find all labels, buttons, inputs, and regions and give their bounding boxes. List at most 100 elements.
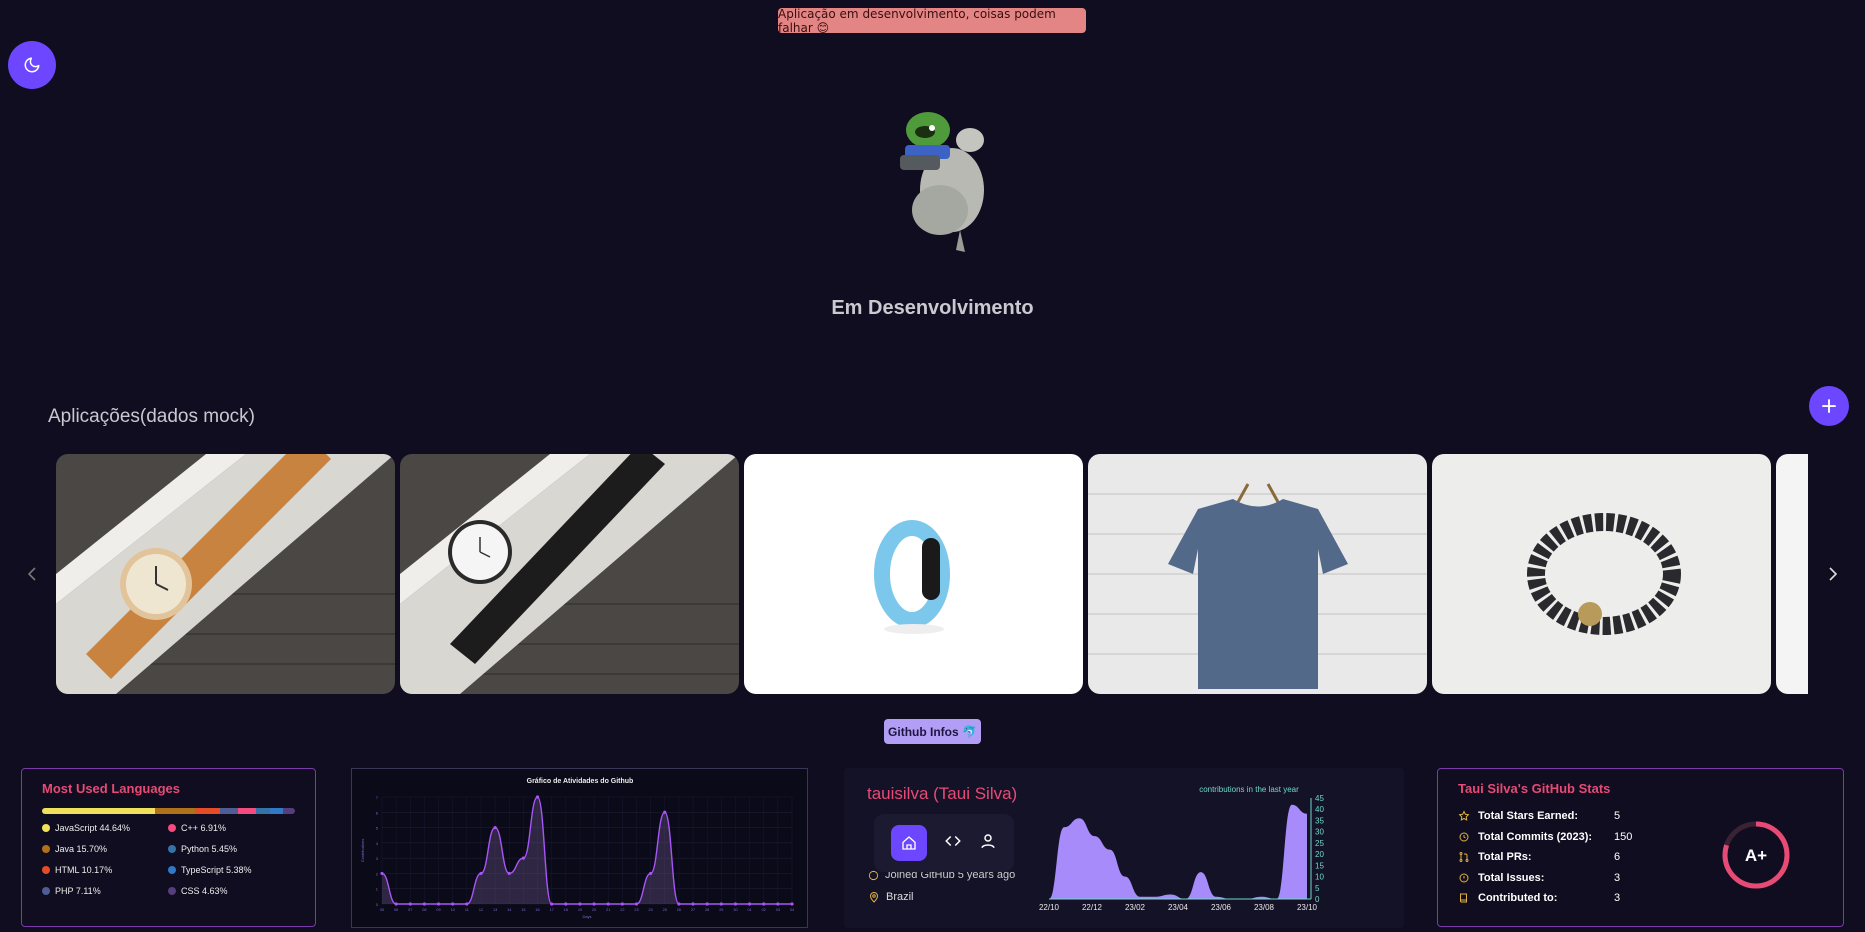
y-tick-label: 25: [1315, 839, 1324, 848]
product-image-fitness-band: [744, 454, 1083, 694]
banner-text: Aplicação em desenvolvimento, coisas pod…: [778, 6, 1056, 35]
x-tick-label: 23/10: [1297, 903, 1318, 912]
x-tick-label: 25: [663, 908, 667, 912]
activity-chart: Gráfico de Atividades do Github012345670…: [360, 778, 794, 919]
dev-warning-banner: Aplicação em desenvolvimento, coisas pod…: [778, 6, 1086, 35]
x-tick-label: 23/06: [1211, 903, 1232, 912]
dock-home-button[interactable]: [890, 825, 927, 861]
languages-card: Most Used Languages JavaScript 44.64% C++…: [21, 768, 316, 927]
x-tick-label: 21: [606, 908, 610, 912]
language-item: JavaScript 44.64%: [42, 822, 168, 834]
x-tick-label: 26: [677, 908, 681, 912]
language-dot: [42, 845, 50, 853]
language-item: HTML 10.17%: [42, 864, 168, 876]
language-label: Python 5.45%: [181, 844, 238, 854]
x-tick-label: 16: [535, 908, 539, 912]
data-point: [465, 902, 469, 906]
github-stats-card: Taui Silva's GitHub Stats Total Stars Ea…: [1437, 768, 1844, 927]
x-tick-label: 23/08: [1254, 903, 1275, 912]
app-card[interactable]: [744, 454, 1083, 694]
language-item: TypeScript 5.38%: [168, 864, 288, 876]
dock-code-button[interactable]: [944, 832, 962, 855]
y-tick-label: 45: [1315, 794, 1324, 803]
activity-chart-card: Gráfico de Atividades do Github 0 1 2 3 4 5 6 7 0…: [351, 768, 808, 928]
stat-label: Total Commits (2023):: [1478, 830, 1593, 843]
stat-label: Total Stars Earned:: [1478, 810, 1579, 823]
product-image-wood-watch: [56, 454, 395, 694]
stat-label: Total Issues:: [1478, 871, 1545, 884]
issue-icon: [1459, 873, 1469, 883]
carousel-next-button[interactable]: [1826, 561, 1840, 587]
data-point: [705, 902, 709, 906]
y-tick-label: 4: [376, 841, 379, 846]
language-label: Java 15.70%: [55, 844, 108, 854]
data-point: [663, 810, 667, 814]
app-card[interactable]: [1432, 454, 1771, 694]
carousel-prev-button[interactable]: [25, 561, 39, 587]
clock-icon: [868, 870, 879, 880]
language-bar-segment: [269, 808, 284, 814]
y-tick-label: 20: [1315, 850, 1324, 859]
language-dot: [42, 866, 50, 874]
x-tick-label: 18: [564, 908, 568, 912]
stats-title: Taui Silva's GitHub Stats: [1458, 781, 1611, 796]
app-card[interactable]: [1776, 454, 1808, 694]
app-card[interactable]: [56, 454, 395, 694]
repo-icon: [1460, 893, 1467, 903]
y-tick-label: 5: [1315, 884, 1320, 893]
data-point: [394, 902, 398, 906]
data-point: [649, 871, 653, 876]
language-label: JavaScript 44.64%: [55, 823, 131, 833]
language-dot: [168, 845, 176, 853]
x-tick-label: 20: [592, 908, 596, 912]
app-card[interactable]: [1088, 454, 1427, 694]
language-label: PHP 7.11%: [55, 886, 101, 896]
theme-toggle-button[interactable]: [8, 41, 56, 89]
product-image-black-watch: [400, 454, 739, 694]
data-point: [691, 902, 695, 906]
dock-profile-button[interactable]: [979, 832, 997, 855]
apps-carousel: [56, 454, 1808, 694]
app-card[interactable]: [400, 454, 739, 694]
x-tick-label: 17: [550, 908, 554, 912]
language-dot: [42, 824, 50, 832]
series-area: [1049, 804, 1307, 899]
language-bar-segment: [220, 808, 239, 814]
history-icon: [1459, 832, 1469, 842]
contributions-chart: contributions in the last year0510152025…: [1039, 785, 1324, 912]
language-label: TypeScript 5.38%: [181, 865, 252, 875]
data-point: [493, 825, 497, 830]
y-tick-label: 40: [1315, 805, 1324, 814]
y-tick-label: 0: [376, 902, 379, 907]
languages-legend: JavaScript 44.64% C++ 6.91% Java 15.70% Pyt…: [42, 822, 295, 897]
x-tick-label: 07: [408, 908, 412, 912]
language-label: CSS 4.63%: [181, 886, 228, 896]
add-app-button[interactable]: [1809, 386, 1849, 426]
chart-title: Gráfico de Atividades do Github: [527, 778, 634, 785]
stat-value: 6: [1614, 851, 1621, 864]
data-point: [733, 902, 738, 906]
x-tick-label: 15: [521, 908, 525, 912]
y-tick-label: 6: [376, 810, 379, 815]
x-tick-label: 29: [719, 908, 723, 912]
x-tick-label: 23: [634, 908, 638, 912]
language-label: C++ 6.91%: [181, 823, 227, 833]
stat-value: 3: [1614, 871, 1621, 884]
x-axis-label: Days: [582, 914, 591, 919]
language-dot: [168, 824, 176, 832]
languages-title: Most Used Languages: [42, 781, 180, 796]
x-tick-label: 01: [747, 908, 751, 912]
language-dot: [168, 887, 176, 895]
product-image-bracelet: [1432, 454, 1771, 694]
x-tick-label: 30: [733, 908, 737, 912]
x-tick-label: 22/10: [1039, 903, 1060, 912]
stat-label: Total PRs:: [1478, 851, 1532, 864]
y-tick-label: 30: [1315, 828, 1324, 837]
user-icon: [981, 833, 996, 848]
page-title: Em Desenvolvimento: [831, 297, 1034, 319]
language-label: HTML 10.17%: [55, 865, 113, 875]
x-tick-label: 14: [507, 908, 511, 912]
grade-text: A+: [1745, 846, 1767, 865]
x-tick-label: 10: [451, 908, 455, 912]
y-tick-label: 1: [376, 887, 379, 892]
